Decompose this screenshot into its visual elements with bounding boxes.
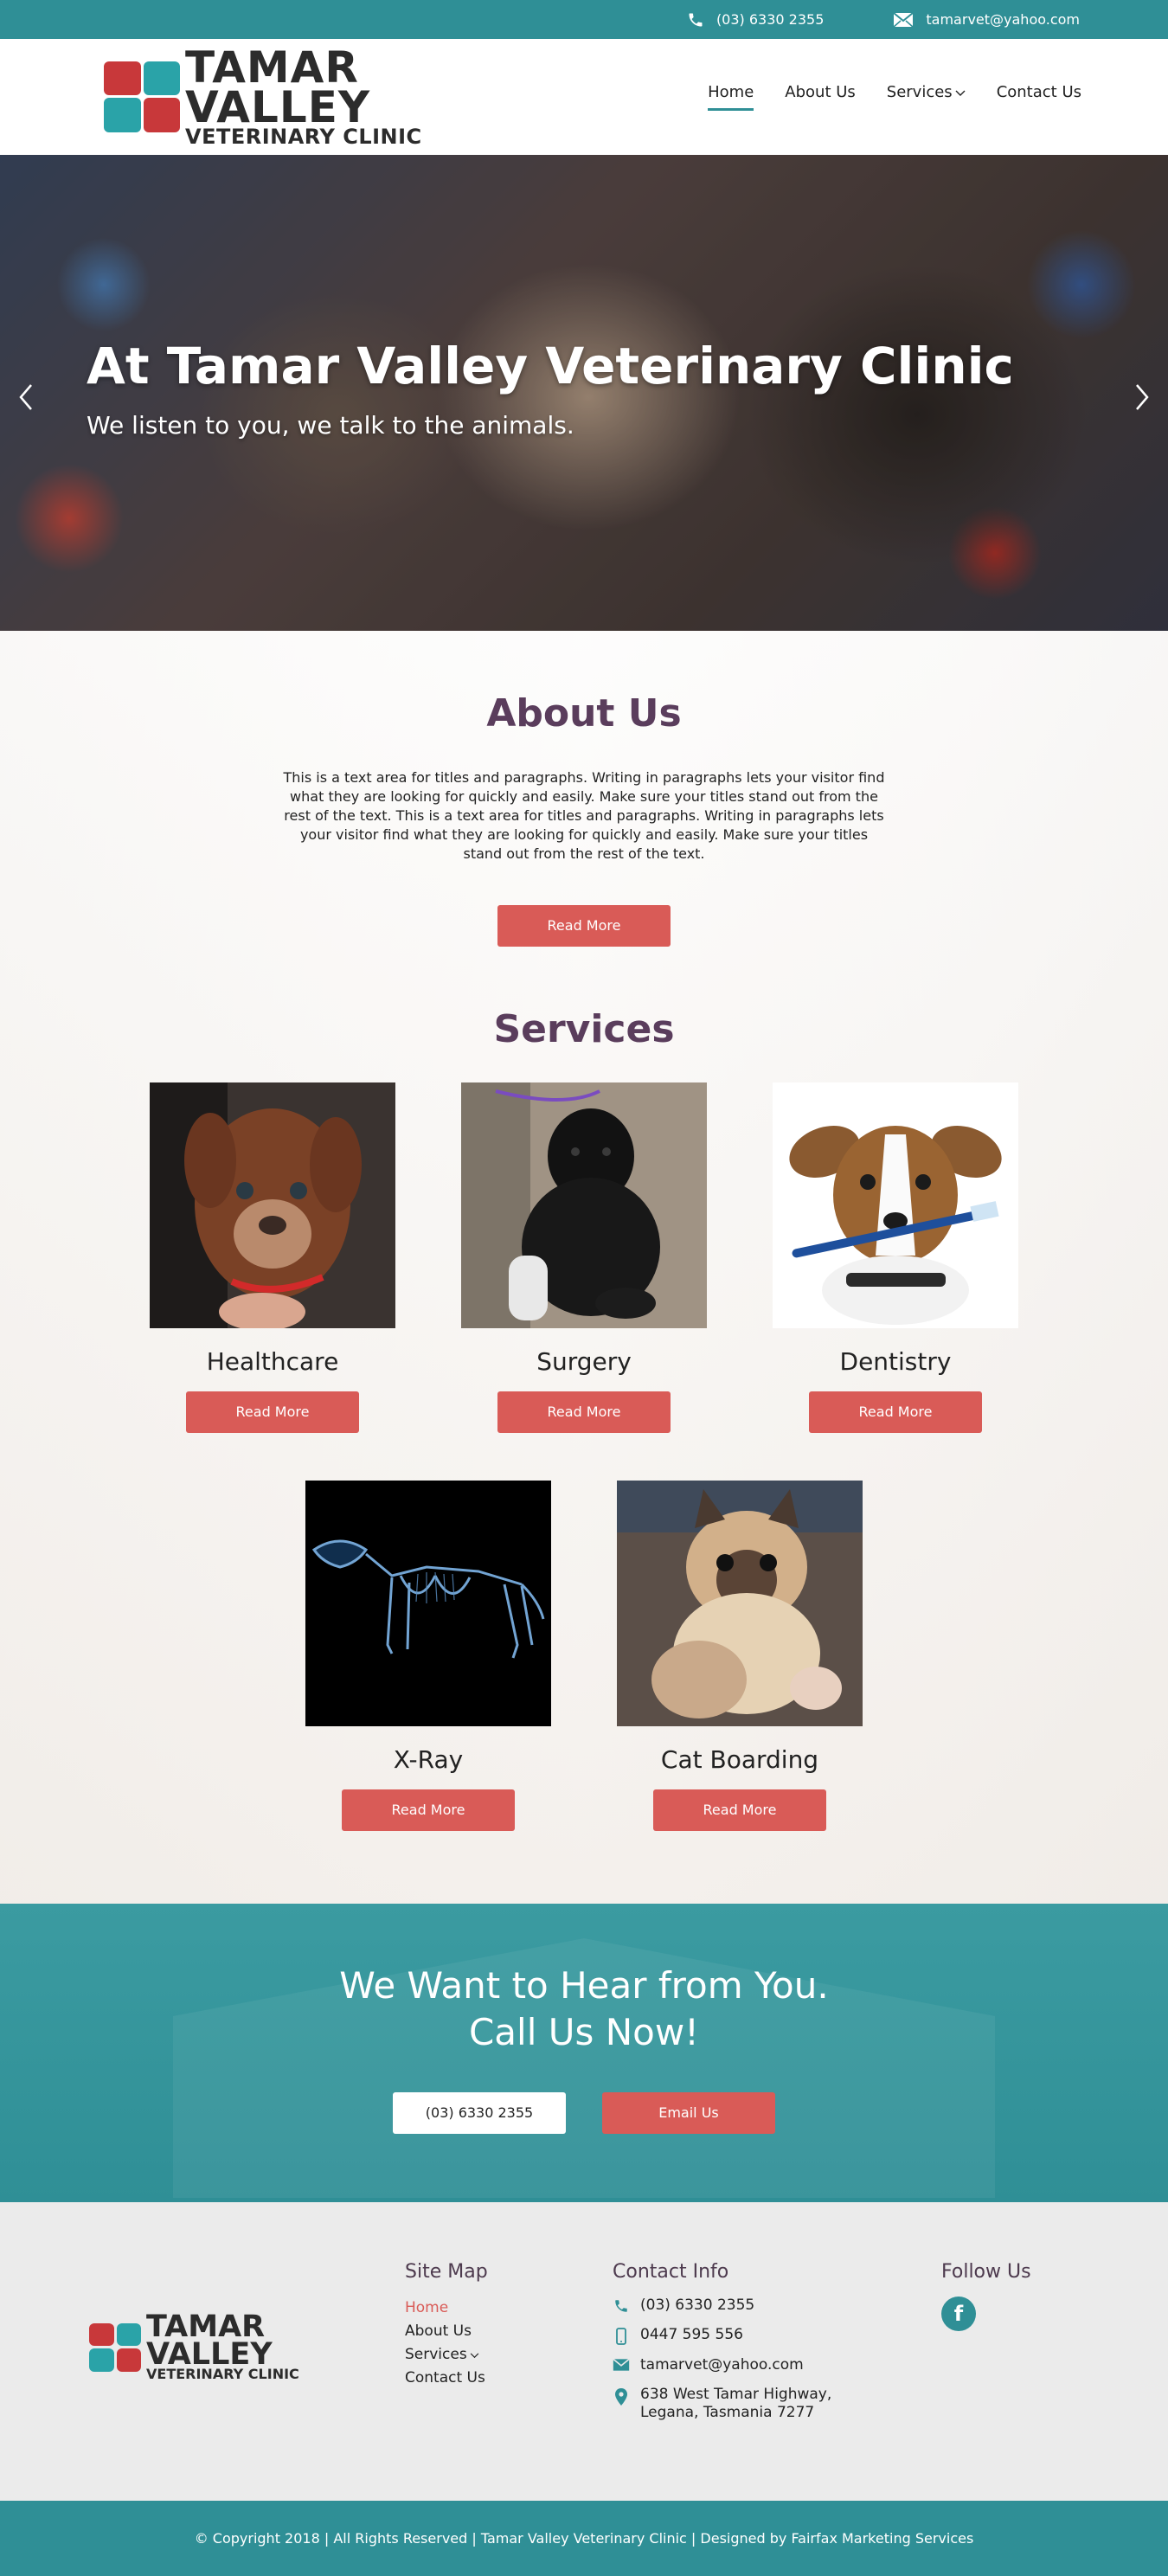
logo-line-3: VETERINARY CLINIC — [185, 124, 422, 149]
cta-buttons: (03) 6330 2355 Email Us — [0, 2092, 1168, 2134]
service-name-healthcare: Healthcare — [206, 1347, 339, 1376]
logo-text: TAMAR VALLEY VETERINARY CLINIC — [185, 46, 422, 149]
footer-address: 638 West Tamar Highway, Legana, Tasmania… — [613, 2386, 889, 2422]
footer-link-about[interactable]: About Us — [405, 2320, 488, 2343]
about-title: About Us — [486, 691, 682, 736]
cta-line-2: Call Us Now! — [468, 2011, 700, 2053]
footer-phone-text: (03) 6330 2355 — [640, 2297, 755, 2314]
logo-mark — [104, 61, 180, 132]
footer-follow: Follow Us f — [941, 2261, 1031, 2331]
service-read-more-xray[interactable]: Read More — [342, 1789, 515, 1831]
footer-logo-mark — [89, 2322, 141, 2372]
footer-logo-text: TAMAR VALLEY VETERINARY CLINIC — [146, 2311, 299, 2383]
hero-content: At Tamar Valley Veterinary Clinic We lis… — [87, 337, 1014, 440]
footer-email[interactable]: tamarvet@yahoo.com — [613, 2356, 889, 2374]
about-read-more-button[interactable]: Read More — [497, 905, 671, 947]
service-image-surgery — [461, 1082, 707, 1328]
service-read-more-dentistry[interactable]: Read More — [809, 1391, 982, 1433]
site-footer: TAMAR VALLEY VETERINARY CLINIC Site Map … — [0, 2202, 1168, 2501]
footer-address-line-1: 638 West Tamar Highway, — [640, 2386, 832, 2403]
cta-title: We Want to Hear from You. Call Us Now! — [0, 1904, 1168, 2056]
nav-home[interactable]: Home — [708, 83, 754, 111]
service-card-xray: X-Ray Read More — [305, 1481, 551, 1831]
cta-phone-button[interactable]: (03) 6330 2355 — [393, 2092, 566, 2134]
footer-sitemap-title: Site Map — [405, 2261, 488, 2283]
topbar-email-text: tamarvet@yahoo.com — [926, 11, 1080, 28]
footer-contact-info: Contact Info (03) 6330 2355 0447 595 556… — [613, 2261, 889, 2433]
services-title: Services — [493, 1007, 675, 1051]
footer-mobile[interactable]: 0447 595 556 — [613, 2326, 889, 2345]
call-to-action: We Want to Hear from You. Call Us Now! (… — [0, 1904, 1168, 2202]
hero-slider: At Tamar Valley Veterinary Clinic We lis… — [0, 155, 1168, 631]
footer-follow-title: Follow Us — [941, 2261, 1031, 2283]
slider-next-icon[interactable] — [1132, 380, 1152, 414]
service-name-surgery: Surgery — [536, 1347, 632, 1376]
hero-subtitle: We listen to you, we talk to the animals… — [87, 411, 574, 440]
topbar-phone[interactable]: (03) 6330 2355 — [687, 11, 824, 29]
main-nav: Home About Us Services Contact Us — [708, 83, 1081, 111]
service-card-cat-boarding: Cat Boarding Read More — [617, 1481, 863, 1831]
cta-line-1: We Want to Hear from You. — [339, 1964, 829, 2007]
mail-icon — [893, 11, 915, 28]
footer-address-line-2: Legana, Tasmania 7277 — [640, 2404, 815, 2421]
service-read-more-cat-boarding[interactable]: Read More — [653, 1789, 826, 1831]
phone-icon — [615, 2300, 627, 2312]
mobile-icon — [616, 2328, 626, 2345]
footer-email-text: tamarvet@yahoo.com — [640, 2356, 804, 2374]
nav-about[interactable]: About Us — [785, 83, 856, 111]
footer-link-services-label: Services — [405, 2346, 467, 2363]
facebook-glyph: f — [953, 2302, 964, 2326]
nav-services-label: Services — [886, 83, 953, 101]
logo-line-2: VALLEY — [185, 81, 371, 132]
service-name-xray: X-Ray — [393, 1745, 464, 1774]
nav-contact[interactable]: Contact Us — [997, 83, 1081, 111]
service-name-dentistry: Dentistry — [839, 1347, 952, 1376]
service-card-surgery: Surgery Read More — [461, 1082, 707, 1433]
phone-icon — [689, 13, 703, 26]
footer-link-services[interactable]: Services — [405, 2343, 488, 2367]
footer-logo-line-2: VALLEY — [146, 2337, 273, 2373]
nav-services[interactable]: Services — [887, 83, 966, 111]
topbar-email[interactable]: tamarvet@yahoo.com — [893, 11, 1080, 28]
service-card-dentistry: Dentistry Read More — [773, 1082, 1018, 1433]
footer-contact-title: Contact Info — [613, 2261, 729, 2283]
map-pin-icon — [615, 2388, 627, 2406]
service-image-xray — [305, 1481, 551, 1726]
about-text: This is a text area for titles and parag… — [283, 769, 885, 862]
mail-icon — [613, 2358, 630, 2371]
site-header: TAMAR VALLEY VETERINARY CLINIC Home Abou… — [0, 39, 1168, 155]
service-name-cat-boarding: Cat Boarding — [660, 1745, 819, 1774]
footer-link-home[interactable]: Home — [405, 2297, 488, 2320]
service-image-healthcare — [150, 1082, 395, 1328]
copyright-text: © Copyright 2018 | All Rights Reserved |… — [194, 2530, 974, 2547]
top-contact-bar: (03) 6330 2355 tamarvet@yahoo.com — [0, 0, 1168, 39]
footer-mobile-text: 0447 595 556 — [640, 2326, 743, 2343]
footer-link-contact[interactable]: Contact Us — [405, 2367, 488, 2390]
footer-phone[interactable]: (03) 6330 2355 — [613, 2297, 889, 2315]
footer-logo[interactable]: TAMAR VALLEY VETERINARY CLINIC — [89, 2311, 299, 2383]
facebook-icon[interactable]: f — [941, 2297, 976, 2331]
footer-sitemap: Site Map Home About Us Services Contact … — [405, 2261, 488, 2390]
copyright-bar: © Copyright 2018 | All Rights Reserved |… — [0, 2501, 1168, 2576]
cta-email-button[interactable]: Email Us — [602, 2092, 775, 2134]
service-read-more-healthcare[interactable]: Read More — [186, 1391, 359, 1433]
service-card-healthcare: Healthcare Read More — [150, 1082, 395, 1433]
topbar-phone-text: (03) 6330 2355 — [716, 11, 825, 28]
service-read-more-surgery[interactable]: Read More — [497, 1391, 671, 1433]
chevron-down-icon — [955, 90, 966, 96]
slider-prev-icon[interactable] — [16, 380, 36, 414]
chevron-down-icon — [470, 2353, 478, 2359]
site-logo[interactable]: TAMAR VALLEY VETERINARY CLINIC — [104, 46, 422, 149]
main-content: About Us This is a text area for titles … — [0, 631, 1168, 1904]
footer-logo-line-3: VETERINARY CLINIC — [146, 2366, 299, 2383]
service-image-cat-boarding — [617, 1481, 863, 1726]
hero-title: At Tamar Valley Veterinary Clinic — [87, 337, 1014, 395]
service-image-dentistry — [773, 1082, 1018, 1328]
